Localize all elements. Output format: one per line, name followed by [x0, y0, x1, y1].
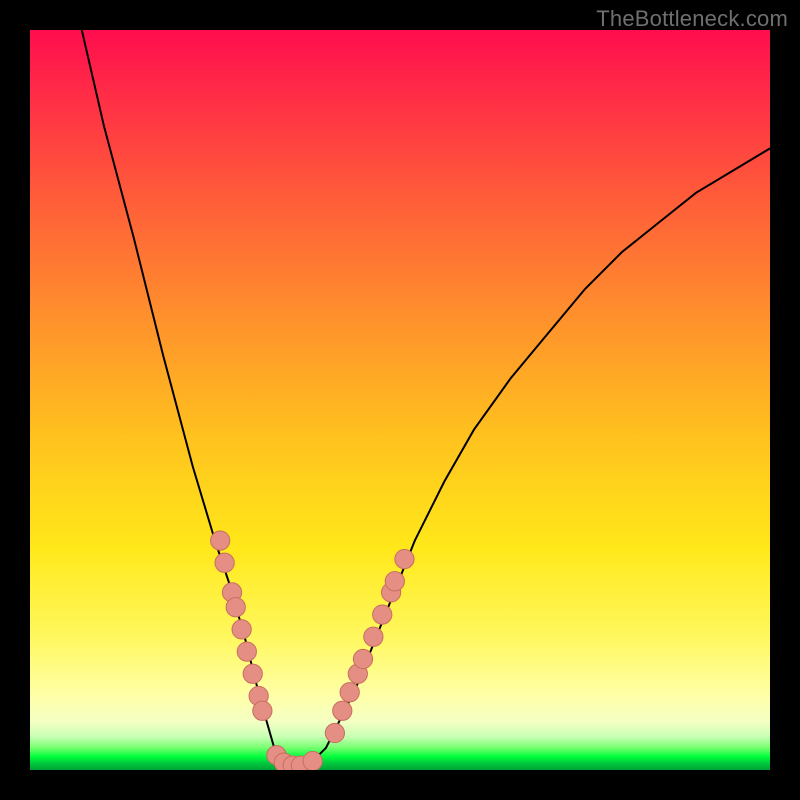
- data-marker: [253, 701, 272, 720]
- data-marker: [333, 701, 352, 720]
- watermark-text: TheBottleneck.com: [596, 6, 788, 32]
- plot-area: [30, 30, 770, 770]
- data-marker: [395, 549, 414, 568]
- bottleneck-curve: [82, 30, 770, 770]
- data-marker: [243, 664, 262, 683]
- data-marker: [325, 723, 344, 742]
- curve-layer: [30, 30, 770, 770]
- data-marker: [364, 627, 383, 646]
- data-marker: [211, 531, 230, 550]
- data-marker: [340, 683, 359, 702]
- data-marker: [232, 620, 251, 639]
- data-marker: [385, 572, 404, 591]
- data-marker: [353, 649, 372, 668]
- data-marker: [237, 642, 256, 661]
- data-marker: [226, 598, 245, 617]
- data-markers: [211, 531, 414, 770]
- data-marker: [215, 553, 234, 572]
- data-marker: [373, 605, 392, 624]
- data-marker: [303, 752, 322, 771]
- chart-frame: TheBottleneck.com: [0, 0, 800, 800]
